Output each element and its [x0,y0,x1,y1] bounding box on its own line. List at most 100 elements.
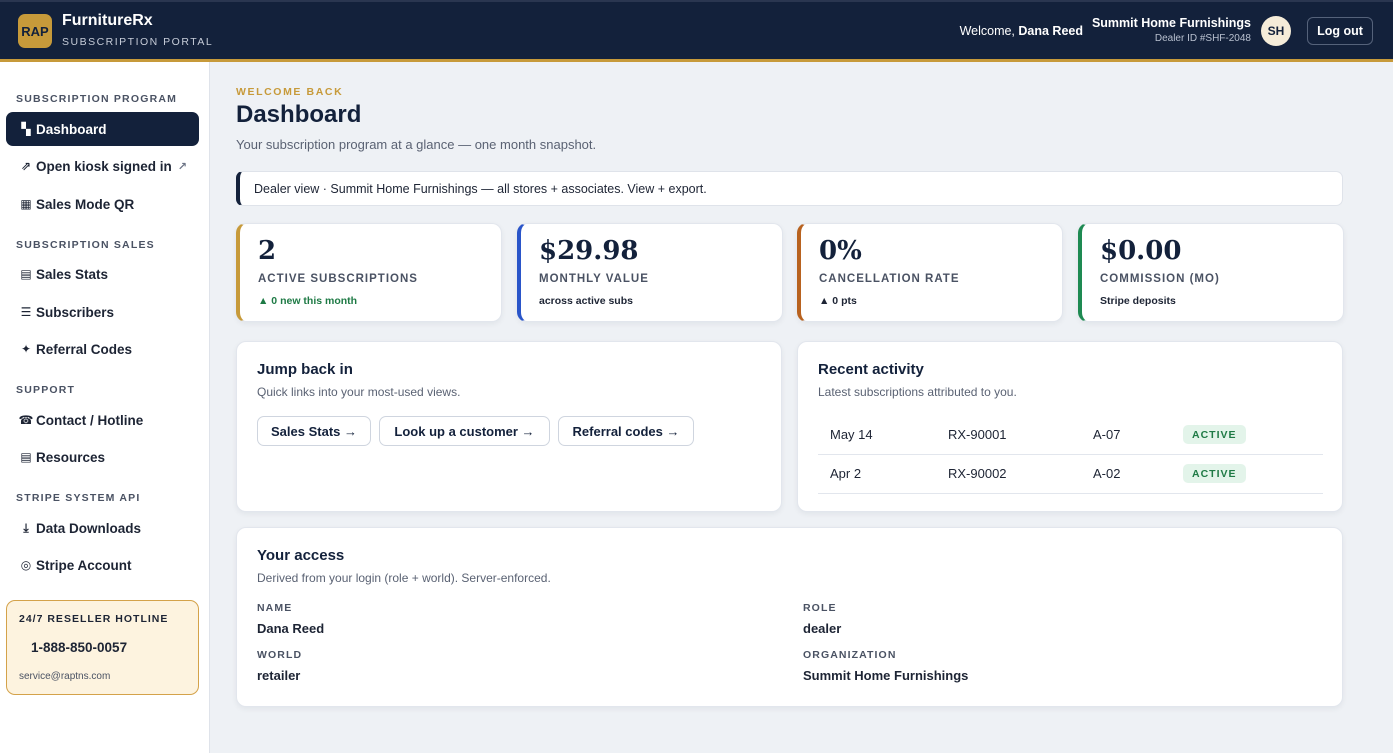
sidebar-item-label: Stripe Account [36,557,132,573]
stat-value: 2 [258,236,277,266]
card-subtitle: Derived from your login (role + world). … [257,571,551,585]
resources-icon: ▤ [20,450,32,464]
sidebar-item-data-downloads[interactable]: ⤓ Data Downloads [6,511,199,545]
hotline-title: 24/7 RESELLER HOTLINE [19,613,169,625]
card-subtitle: Latest subscriptions attributed to you. [818,385,1017,399]
sparkle-icon: ✦ [20,342,32,356]
stat-value: $0.00 [1100,236,1182,266]
stat-card-commission: $0.00 COMMISSION (MO) Stripe deposits [1078,223,1344,322]
kiosk-icon: ⇗ [20,159,32,173]
sidebar-item-label: Sales Stats [36,266,109,282]
quick-link-referral-codes[interactable]: Referral codes → [558,416,694,446]
dealer-id: Dealer ID #SHF-2048 [1154,33,1251,44]
sidebar-item-label: Sales Mode QR [36,196,135,212]
sidebar-item-resources[interactable]: ▤ Resources [6,440,199,474]
section-support: SUPPORT [16,384,76,396]
avatar[interactable]: SH [1261,16,1291,46]
external-link-icon: ↗ [177,160,187,173]
quick-link-sales-stats[interactable]: Sales Stats → [257,416,371,446]
table-row[interactable]: May 14 RX-90001 A-07 ACTIVE [818,415,1323,455]
activity-date: May 14 [830,427,873,442]
table-row[interactable]: Apr 2 RX-90002 A-02 ACTIVE [818,454,1323,494]
sidebar: SUBSCRIPTION PROGRAM ▚ Dashboard ⇗ Open … [0,62,210,753]
stat-card-monthly-value: $29.98 MONTHLY VALUE across active subs [517,223,783,322]
brand-subtitle: SUBSCRIPTION PORTAL [62,36,214,48]
stat-card-active-subscriptions: 2 ACTIVE SUBSCRIPTIONS ▲ 0 new this mont… [236,223,502,322]
recent-activity-card: Recent activity Latest subscriptions att… [797,341,1343,512]
jump-back-in-card: Jump back in Quick links into your most-… [236,341,782,512]
your-access-card: Your access Derived from your login (rol… [236,527,1343,707]
sidebar-item-dashboard[interactable]: ▚ Dashboard [6,112,199,146]
access-value-role: dealer [803,621,842,636]
section-subscription-program: SUBSCRIPTION PROGRAM [16,93,178,105]
page-eyebrow: WELCOME BACK [236,86,344,98]
sidebar-item-contact-hotline[interactable]: ☎ Contact / Hotline [6,403,199,437]
hotline-card: 24/7 RESELLER HOTLINE 1-888-850-0057 ser… [6,600,199,695]
hotline-phone[interactable]: 1-888-850-0057 [31,640,127,655]
status-badge: ACTIVE [1183,464,1246,483]
card-title: Recent activity [818,361,924,378]
brand-name: FurnitureRx [62,12,153,29]
access-label-name: NAME [257,602,293,614]
sidebar-item-label: Dashboard [36,121,107,137]
section-subscription-sales: SUBSCRIPTION SALES [16,239,155,251]
page-title: Dashboard [236,101,362,128]
stat-value: 0% [819,236,862,266]
welcome-message: Welcome, Dana Reed [959,24,1083,38]
list-icon: ☰ [20,305,32,319]
sidebar-item-referral-codes[interactable]: ✦ Referral Codes [6,332,199,366]
user-name: Dana Reed [1018,24,1083,38]
access-value-name: Dana Reed [257,621,325,636]
stat-note: Stripe deposits [1100,295,1176,307]
access-label-organization: ORGANIZATION [803,649,897,661]
access-label-role: ROLE [803,602,837,614]
dealer-info: Summit Home Furnishings Dealer ID #SHF-2… [1092,16,1251,44]
card-title: Jump back in [257,361,353,378]
stats-icon: ▤ [20,267,32,281]
sidebar-item-subscribers[interactable]: ☰ Subscribers [6,295,199,329]
sidebar-item-open-kiosk[interactable]: ⇗ Open kiosk signed in ↗ [6,149,199,183]
stat-value: $29.98 [539,236,639,266]
access-value-organization: Summit Home Furnishings [803,668,969,683]
card-subtitle: Quick links into your most-used views. [257,385,461,399]
stat-label: COMMISSION (MO) [1100,273,1220,285]
access-label-world: WORLD [257,649,303,661]
sidebar-item-sales-mode-qr[interactable]: ▦ Sales Mode QR [6,187,199,221]
stat-note: ▲ 0 new this month [258,295,358,307]
sidebar-item-label: Data Downloads [36,520,142,536]
sidebar-item-label: Referral Codes [36,341,133,357]
qr-icon: ▦ [20,197,32,211]
sidebar-item-label: Open kiosk signed in [36,158,172,174]
stat-note: across active subs [539,295,633,307]
activity-id: RX-90002 [948,466,1007,481]
stat-label: ACTIVE SUBSCRIPTIONS [258,273,418,285]
sidebar-item-label: Contact / Hotline [36,412,144,428]
hotline-email[interactable]: service@raptns.com [19,671,110,682]
activity-associate: A-02 [1093,466,1121,481]
download-icon: ⤓ [23,520,29,535]
sidebar-item-label: Resources [36,449,106,465]
sidebar-item-stripe-account[interactable]: ◎ Stripe Account [6,548,199,582]
activity-date: Apr 2 [830,466,862,481]
status-badge: ACTIVE [1183,425,1246,444]
card-title: Your access [257,547,345,564]
brand-logo[interactable]: RAP [18,14,52,48]
section-stripe-system-api: STRIPE SYSTEM API [16,492,141,504]
dashboard-icon: ▚ [21,122,31,136]
dealer-view-notice: Dealer view · Summit Home Furnishings — … [236,171,1343,206]
stat-card-cancellation-rate: 0% CANCELLATION RATE ▲ 0 pts [797,223,1063,322]
logout-button[interactable]: Log out [1307,17,1373,45]
stat-note: ▲ 0 pts [819,295,857,307]
stat-label: CANCELLATION RATE [819,273,960,285]
stripe-icon: ◎ [20,558,32,572]
sidebar-item-sales-stats[interactable]: ▤ Sales Stats [6,257,199,291]
stat-label: MONTHLY VALUE [539,273,649,285]
quick-link-lookup-customer[interactable]: Look up a customer → [379,416,550,446]
activity-id: RX-90001 [948,427,1007,442]
access-value-world: retailer [257,668,301,683]
page-subtitle: Your subscription program at a glance — … [236,137,597,152]
top-header: RAP FurnitureRx SUBSCRIPTION PORTAL Welc… [0,0,1393,62]
activity-associate: A-07 [1093,427,1121,442]
phone-icon: ☎ [18,413,34,427]
sidebar-item-label: Subscribers [36,304,115,320]
